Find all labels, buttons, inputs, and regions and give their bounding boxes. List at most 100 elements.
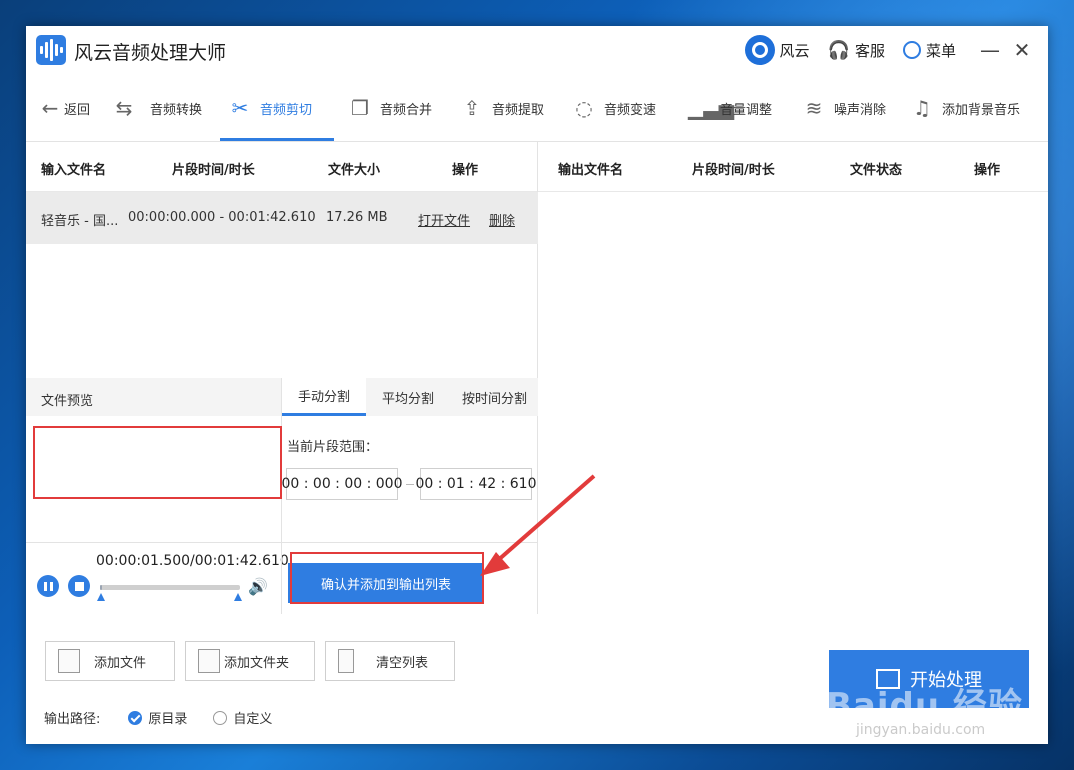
- headset-icon: 🎧: [827, 39, 850, 61]
- playback-time: 00:00:01.500/00:01:42.610: [96, 553, 289, 569]
- tab-average-split[interactable]: 平均分割: [366, 378, 450, 416]
- noise-icon: ≋: [805, 96, 823, 120]
- stop-button[interactable]: [68, 575, 90, 597]
- tab-volume-adjust[interactable]: ▁▃▅ 音量调整: [688, 74, 772, 142]
- col-segment-duration: 片段时间/时长: [692, 163, 775, 178]
- add-folder-button[interactable]: 添加文件夹: [185, 641, 315, 681]
- arrow-left-icon: ←: [41, 96, 59, 120]
- input-table-header: 输入文件名 片段时间/时长 文件大小 操作: [26, 142, 537, 192]
- preview-header: 文件预览: [26, 378, 281, 416]
- app-title: 风云音频处理大师: [74, 42, 227, 64]
- tab-label: 添加背景音乐: [942, 102, 1021, 118]
- col-actions: 操作: [974, 163, 1001, 178]
- title-bar: 风云音频处理大师 风云 🎧 客服 菜单 — ✕: [26, 26, 1048, 74]
- scissors-icon: ✂: [231, 96, 249, 120]
- menu-icon: [902, 41, 921, 59]
- volume-bars-icon: ▁▃▅: [688, 96, 735, 120]
- tab-noise-removal[interactable]: ≋ 噪声消除: [802, 74, 886, 142]
- tab-label: 音量调整: [720, 102, 773, 118]
- output-table-header: 输出文件名 片段时间/时长 文件状态 操作: [538, 142, 1048, 192]
- audio-player: 00:00:01.500/00:01:42.610 🔊: [26, 542, 289, 614]
- stop-icon: [74, 581, 84, 591]
- output-path-label: 输出路径:: [44, 712, 101, 727]
- back-label: 返回: [64, 102, 91, 118]
- app-logo-icon: [36, 35, 66, 65]
- table-row[interactable]: 轻音乐 - 国... 00:00:00.000 - 00:01:42.610 1…: [26, 192, 538, 244]
- tab-label: 音频合并: [380, 102, 433, 118]
- menu-label: 菜单: [925, 41, 956, 60]
- segment-end-handle[interactable]: [234, 593, 242, 601]
- tab-label: 噪声消除: [834, 102, 887, 118]
- segment-start-handle[interactable]: [97, 593, 105, 601]
- speed-icon: ◌: [575, 96, 593, 120]
- back-button[interactable]: ← 返回: [38, 74, 90, 142]
- col-output-filename: 输出文件名: [558, 163, 624, 178]
- clear-list-label: 清空列表: [376, 655, 429, 671]
- range-separator: [406, 484, 414, 485]
- customer-service-button[interactable]: 🎧 客服: [828, 40, 885, 61]
- tab-audio-speed[interactable]: ◌ 音频变速: [572, 74, 656, 142]
- tab-audio-extract[interactable]: ⇪ 音频提取: [460, 74, 544, 142]
- add-folder-label: 添加文件夹: [224, 655, 290, 671]
- volume-icon[interactable]: 🔊: [248, 577, 268, 596]
- baidu-watermark: Baidu 经验: [826, 686, 1023, 726]
- merge-icon: ❐: [351, 96, 369, 120]
- output-panel: 输出文件名 片段时间/时长 文件状态 操作: [538, 142, 1048, 614]
- tab-audio-merge[interactable]: ❐ 音频合并: [348, 74, 432, 142]
- row-size: 17.26 MB: [326, 210, 388, 225]
- active-tab-indicator: [220, 138, 334, 141]
- delete-link[interactable]: 删除: [489, 210, 515, 229]
- tab-audio-cut[interactable]: ✂ 音频剪切: [228, 74, 312, 142]
- tab-audio-convert[interactable]: ⇆ 音频转换: [112, 74, 202, 142]
- highlight-box-confirm: [290, 552, 484, 604]
- tab-label: 音频提取: [492, 102, 545, 118]
- radio-original-dir[interactable]: [128, 710, 143, 725]
- tab-add-bgm[interactable]: ♫ 添加背景音乐: [910, 74, 1020, 142]
- segment-start-input[interactable]: 00 : 00 : 00 : 000: [281, 468, 403, 500]
- function-toolbar: ← 返回 ⇆ 音频转换 ✂ 音频剪切 ❐ 音频合并 ⇪ 音频提取 ◌ 音频变速 …: [26, 74, 1048, 142]
- add-file-icon: [58, 649, 80, 673]
- add-folder-icon: [198, 649, 220, 673]
- output-path-row: 输出路径: 原目录 自定义: [44, 708, 272, 727]
- pause-icon: [43, 581, 53, 591]
- col-file-size: 文件大小: [328, 163, 381, 178]
- watermark-url: jingyan.baidu.com: [856, 722, 986, 738]
- col-segment-duration: 片段时间/时长: [172, 163, 255, 178]
- user-account-button[interactable]: 风云: [744, 35, 810, 65]
- trash-icon: [338, 649, 354, 673]
- annotation-arrow: [480, 474, 596, 576]
- segment-range-label: 当前片段范围：: [287, 440, 379, 455]
- col-file-status: 文件状态: [850, 163, 903, 178]
- input-panel: 输入文件名 片段时间/时长 文件大小 操作 轻音乐 - 国... 00:00:0…: [26, 142, 538, 614]
- clear-list-button[interactable]: 清空列表: [325, 641, 455, 681]
- radio-custom-dir[interactable]: [213, 710, 228, 725]
- row-segment: 00:00:00.000 - 00:01:42.610: [128, 210, 316, 225]
- col-actions: 操作: [452, 163, 479, 178]
- extract-icon: ⇪: [463, 96, 481, 120]
- custom-dir-label: 自定义: [233, 712, 273, 727]
- tab-manual-split[interactable]: 手动分割: [282, 378, 366, 416]
- minimize-button[interactable]: —: [974, 26, 1006, 74]
- playback-progress: [100, 585, 103, 590]
- tab-label: 音频转换: [150, 102, 203, 118]
- pause-button[interactable]: [37, 575, 59, 597]
- tab-label: 音频变速: [604, 102, 657, 118]
- tab-time-split[interactable]: 按时间分割: [450, 378, 539, 416]
- highlight-box-player: [33, 426, 282, 499]
- user-label: 风云: [779, 41, 810, 60]
- convert-icon: ⇆: [115, 96, 133, 120]
- user-avatar-icon: [744, 35, 775, 65]
- open-file-link[interactable]: 打开文件: [418, 210, 470, 229]
- playback-slider[interactable]: [100, 585, 240, 590]
- preview-title: 文件预览: [41, 394, 94, 409]
- col-input-filename: 输入文件名: [41, 163, 107, 178]
- add-file-button[interactable]: 添加文件: [45, 641, 175, 681]
- add-file-label: 添加文件: [94, 655, 147, 671]
- split-mode-tabs: 手动分割 平均分割 按时间分割: [281, 378, 538, 416]
- music-note-icon: ♫: [913, 96, 931, 120]
- original-dir-label: 原目录: [148, 712, 188, 727]
- service-label: 客服: [854, 41, 885, 60]
- close-button[interactable]: ✕: [1006, 26, 1038, 74]
- tab-label: 音频剪切: [260, 102, 313, 118]
- menu-button[interactable]: 菜单: [902, 40, 956, 61]
